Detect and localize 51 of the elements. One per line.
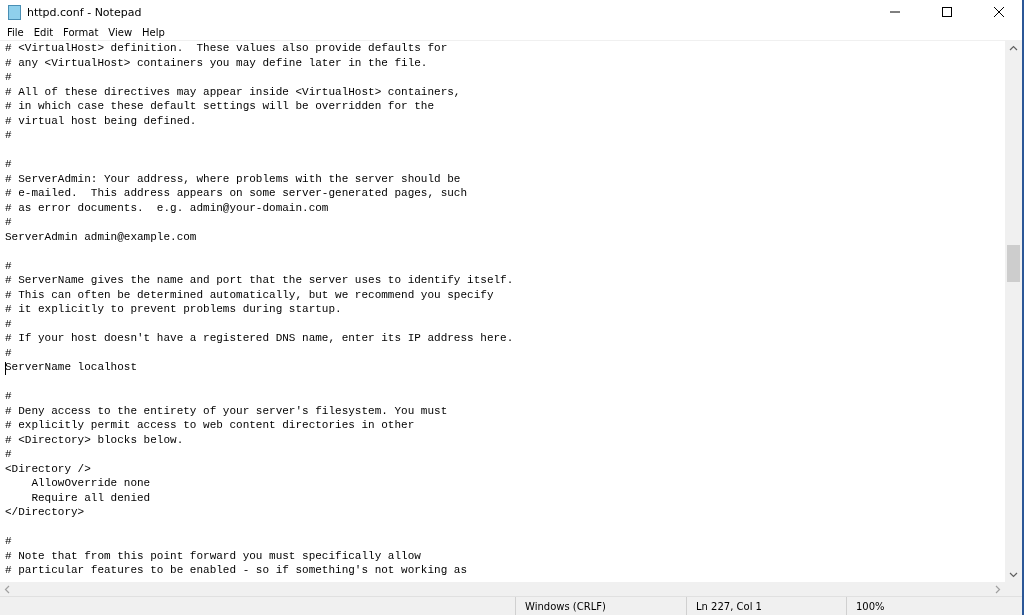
text-line: # e-mailed. This address appears on some server-generated pages, such [5, 187, 468, 199]
close-icon[interactable] [994, 7, 1004, 17]
maximize-icon[interactable] [942, 7, 952, 17]
text-line: # any <VirtualHost> containers you may define later in the file. [5, 56, 428, 69]
window-title: httpd.conf - Notepad [27, 5, 143, 19]
text-line: ServerName localhost [5, 361, 138, 373]
text-line: </Directory> [5, 506, 85, 518]
text-line: # This can often be determined automatically, but we recommend you specify [5, 288, 494, 301]
text-line: ServerAdmin admin@example.com [5, 230, 197, 243]
text-line: # particular features to be enabled - so if something's not working as [5, 564, 468, 576]
text-line: # [5, 448, 12, 460]
text-line: # [5, 535, 12, 547]
status-text: 100% [856, 600, 885, 612]
scroll-thumb[interactable] [1007, 245, 1020, 282]
text-line: # explicitly permit access to web content directories in other [5, 419, 415, 431]
text-line: # If your host doesn't have a registered DNS name, enter its IP address here. [5, 332, 514, 344]
text-line: # in which case these default settings will be overridden for the [5, 100, 435, 112]
scroll-right-icon[interactable] [995, 584, 1001, 594]
text-line: # it explicitly to prevent problems during startup. [5, 303, 342, 315]
text-line: # All of these directives may appear inside <VirtualHost> containers, [5, 85, 461, 98]
menu-item[interactable]: Help [137, 26, 170, 38]
scroll-up-icon[interactable] [1009, 45, 1018, 51]
menu-item[interactable]: View [103, 26, 138, 38]
text-line: # [5, 390, 12, 402]
menu-item[interactable]: Edit [28, 26, 59, 38]
text-line: # <Directory> blocks below. [5, 433, 184, 446]
text-line: # [5, 346, 12, 359]
text-line: # ServerAdmin: Your address, where problems with the server should be [5, 172, 461, 185]
text-line: # Note that from this point forward you must specifically allow [5, 549, 421, 562]
text-line: # [5, 71, 12, 83]
text-line: # virtual host being defined. [5, 114, 197, 127]
text-line: <Directory /> [5, 462, 91, 475]
text-line: AllowOverride none [30, 477, 151, 489]
text-line: # ServerName gives the name and port that the server uses to identify itself. [5, 274, 514, 286]
menu-item[interactable]: File [2, 26, 29, 38]
menu-item[interactable]: Format [58, 26, 104, 38]
text-line: # [5, 317, 12, 330]
text-line: # [5, 216, 12, 228]
status-text: Windows (CRLF) [525, 600, 606, 612]
text-line: # [5, 129, 12, 141]
text-line: # <VirtualHost> definition. These values also provide defaults for [5, 42, 448, 54]
notepad-icon [8, 4, 21, 20]
text-line: # Deny access to the entirety of your server's filesystem. You must [5, 404, 448, 417]
text-line: # as error documents. e.g. admin@your-domain.com [5, 201, 329, 214]
text-line: # [5, 158, 12, 170]
vertical-scrollbar[interactable] [1005, 41, 1022, 582]
text-line: Require all denied [30, 491, 151, 504]
text-line: # [5, 259, 12, 272]
scroll-left-icon[interactable] [4, 584, 10, 594]
scroll-down-icon[interactable] [1009, 572, 1018, 578]
status-text: Ln 227, Col 1 [696, 600, 762, 612]
